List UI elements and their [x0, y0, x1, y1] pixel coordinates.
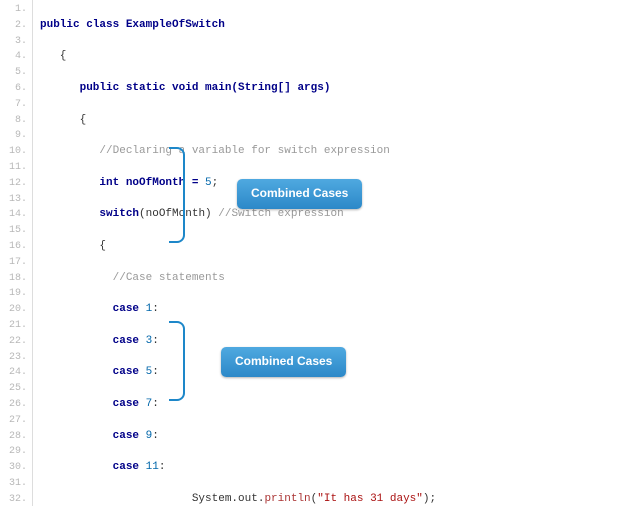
line-number-gutter: 1. 2. 3. 4. 5. 6. 7. 8. 9. 10. 11. 12. 1…	[0, 0, 33, 506]
code-number: 11	[146, 461, 159, 473]
line-number: 26.	[0, 397, 32, 413]
line-number: 3.	[0, 34, 32, 50]
code-area: public class ExampleOfSwitch { public st…	[32, 0, 482, 506]
line-number: 9.	[0, 128, 32, 144]
line-number: 21.	[0, 318, 32, 334]
code-text: :	[152, 398, 159, 410]
line-number: 24.	[0, 365, 32, 381]
bracket-annotation-icon	[169, 321, 185, 401]
code-text: case	[40, 366, 146, 378]
code-text: :	[152, 303, 159, 315]
code-text: public class ExampleOfSwitch	[40, 19, 225, 31]
code-text: case	[40, 335, 146, 347]
code-text: :	[152, 430, 159, 442]
code-text: :	[152, 366, 159, 378]
line-number: 1.	[0, 2, 32, 18]
line-number: 22.	[0, 334, 32, 350]
line-number: 6.	[0, 81, 32, 97]
code-line: case 11:	[40, 460, 482, 476]
line-number: 28.	[0, 429, 32, 445]
line-number: 20.	[0, 302, 32, 318]
code-line: case 1:	[40, 302, 482, 318]
code-text: ;	[212, 177, 219, 189]
code-text: case	[40, 461, 146, 473]
line-number: 10.	[0, 144, 32, 160]
combined-cases-badge: Combined Cases	[237, 179, 362, 209]
code-line: public class ExampleOfSwitch	[40, 18, 482, 34]
code-text: case	[40, 303, 146, 315]
code-text: System.out.	[40, 493, 264, 505]
line-number: 7.	[0, 97, 32, 113]
code-line: //Declaring a variable for switch expres…	[40, 144, 482, 160]
code-text: :	[152, 335, 159, 347]
code-number: 5	[205, 177, 212, 189]
line-number: 18.	[0, 271, 32, 287]
line-number: 23.	[0, 350, 32, 366]
code-text: public static void main(String[] args)	[40, 82, 330, 94]
line-number: 4.	[0, 49, 32, 65]
line-number: 31.	[0, 476, 32, 492]
line-number: 14.	[0, 207, 32, 223]
line-number: 19.	[0, 286, 32, 302]
line-number: 30.	[0, 460, 32, 476]
code-line: {	[40, 113, 482, 129]
code-line: //Case statements	[40, 271, 482, 287]
code-comment: //Switch expression	[218, 208, 343, 220]
code-text: {	[40, 50, 66, 62]
code-text: );	[423, 493, 436, 505]
line-number: 12.	[0, 176, 32, 192]
code-function: println	[264, 493, 310, 505]
line-number: 16.	[0, 239, 32, 255]
line-number: 15.	[0, 223, 32, 239]
code-string: "It has 31 days"	[317, 493, 423, 505]
code-comment: //Case statements	[40, 272, 225, 284]
code-text: {	[40, 240, 106, 252]
code-line: {	[40, 239, 482, 255]
code-line: {	[40, 49, 482, 65]
line-number: 27.	[0, 413, 32, 429]
code-editor: 1. 2. 3. 4. 5. 6. 7. 8. 9. 10. 11. 12. 1…	[0, 0, 624, 506]
code-keyword: switch	[40, 208, 139, 220]
code-text: case	[40, 430, 146, 442]
line-number: 29.	[0, 444, 32, 460]
code-line: switch(noOfMonth) //Switch expression	[40, 207, 482, 223]
line-number: 2.	[0, 18, 32, 34]
line-number: 13.	[0, 192, 32, 208]
code-text: {	[40, 114, 86, 126]
line-number: 11.	[0, 160, 32, 176]
line-number: 8.	[0, 113, 32, 129]
code-comment: //Declaring a variable for switch expres…	[40, 145, 390, 157]
code-line: System.out.println("It has 31 days");	[40, 492, 482, 506]
code-text: case	[40, 398, 146, 410]
code-line: public static void main(String[] args)	[40, 81, 482, 97]
code-line: case 7:	[40, 397, 482, 413]
bracket-annotation-icon	[169, 147, 185, 243]
combined-cases-badge: Combined Cases	[221, 347, 346, 377]
code-line: case 9:	[40, 429, 482, 445]
line-number: 25.	[0, 381, 32, 397]
code-text: :	[159, 461, 166, 473]
line-number: 17.	[0, 255, 32, 271]
line-number: 32.	[0, 492, 32, 506]
line-number: 5.	[0, 65, 32, 81]
